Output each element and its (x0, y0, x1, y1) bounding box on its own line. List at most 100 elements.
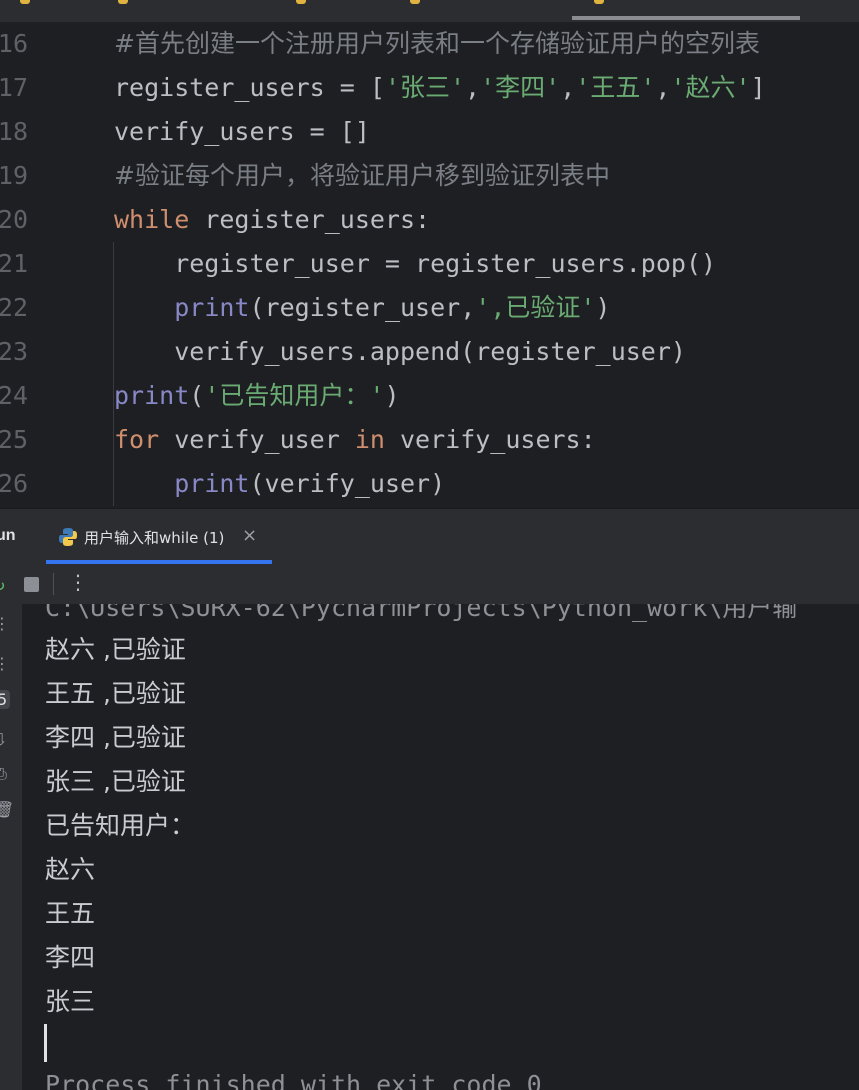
soft-wrap-icon[interactable]: 5 (0, 690, 11, 709)
console-output-line: 张三 (45, 987, 96, 1016)
code-line[interactable]: 22 print(register_user,',已验证') (0, 286, 859, 330)
code-line[interactable]: 17 register_users = ['张三','李四','王五','赵六'] (0, 66, 859, 110)
line-number: 22 (0, 293, 28, 322)
editor-tab-active[interactable] (594, 0, 610, 16)
editor-tab-strip (0, 0, 859, 22)
code-line[interactable]: 16 #首先创建一个注册用户列表和一个存储验证用户的空列表 (0, 22, 859, 66)
line-number: 19 (0, 161, 28, 190)
code-line[interactable]: 18 verify_users = [] (0, 110, 859, 154)
code-text: #验证每个用户，将验证用户移到验证列表中 (114, 154, 610, 198)
pin-icon[interactable]: ⋮ (0, 654, 10, 673)
code-token: '已告知用户：' (204, 381, 385, 410)
console-output-line: 李四 (45, 943, 96, 972)
toolbar-divider (53, 573, 54, 595)
line-number: 23 (0, 337, 28, 366)
python-file-icon (410, 0, 420, 4)
line-number: 26 (0, 469, 28, 498)
console-output-line: 王五 ,已验证 (45, 679, 186, 708)
line-number: 25 (0, 425, 28, 454)
code-token: '张三' (384, 73, 466, 102)
console-output-line: 已告知用户： (45, 811, 196, 840)
editor-tab[interactable] (20, 0, 36, 16)
console-output-line: 赵六 ,已验证 (45, 635, 186, 664)
line-number: 17 (0, 73, 28, 102)
code-token: verify_user (159, 425, 355, 454)
code-token: verify_users.append(register_user) (114, 337, 686, 366)
code-line[interactable]: 21 register_user = register_users.pop() (0, 242, 859, 286)
code-text: print('已告知用户：') (114, 374, 400, 418)
code-token: print (114, 381, 190, 410)
more-options-icon[interactable]: ⋮ (68, 570, 88, 594)
code-token: '王五' (575, 73, 656, 102)
code-line[interactable]: 24 print('已告知用户：') (0, 374, 859, 418)
console-output-line: 李四 ,已验证 (45, 723, 186, 752)
code-token: ) (595, 293, 611, 322)
close-icon[interactable]: × (242, 525, 257, 546)
code-token: register_users = [ (114, 73, 385, 102)
code-line[interactable]: 26 print(verify_user) (0, 462, 859, 506)
run-tool-window-title[interactable]: un (0, 527, 16, 545)
code-text: print(register_user,',已验证') (114, 286, 610, 330)
run-config-tab[interactable]: 用户输入和while (1) × (46, 509, 272, 563)
code-editor[interactable]: 16 #首先创建一个注册用户列表和一个存储验证用户的空列表 17 register_u… (0, 22, 859, 508)
code-line[interactable]: 20 while register_users: (0, 198, 859, 242)
process-exit-message: Process finished with exit code 0 (45, 1070, 542, 1090)
code-token: while (114, 205, 190, 234)
code-token: in (354, 425, 385, 454)
console-output[interactable]: C:\Users\SURX-62\PycharmProjects\Python_… (22, 604, 859, 1090)
code-token: , (465, 73, 481, 102)
python-icon (59, 528, 77, 546)
code-token: verify_users = [] (114, 117, 370, 146)
code-token: '李四' (480, 73, 561, 102)
editor-tab[interactable] (118, 0, 134, 16)
code-token: print (174, 469, 250, 498)
code-token: ] (750, 73, 766, 102)
scroll-up-icon[interactable]: ⋮ (0, 614, 10, 633)
run-side-toolbar: ⋮ ⋮ 5 ⇩ ⎙ 🗑 (0, 604, 22, 1090)
code-line[interactable]: 19 #验证每个用户，将验证用户移到验证列表中 (0, 154, 859, 198)
code-text: verify_users.append(register_user) (114, 330, 686, 374)
editor-tab[interactable] (296, 0, 312, 16)
code-token: for (114, 425, 160, 454)
print-icon[interactable]: ⎙ (0, 764, 7, 784)
line-number: 18 (0, 117, 28, 146)
code-text: while register_users: (114, 198, 430, 242)
active-tab-indicator (572, 16, 800, 20)
code-text: for verify_user in verify_users: (114, 418, 596, 462)
line-number: 20 (0, 205, 28, 234)
code-token: (register_user, (249, 293, 476, 322)
code-token: verify_users: (384, 425, 596, 454)
code-text: register_user = register_users.pop() (114, 242, 716, 286)
python-file-icon (594, 0, 604, 4)
code-token: #验证每个用户，将验证用户移到验证列表中 (114, 161, 610, 190)
run-command-line: C:\Users\SURX-62\PycharmProjects\Python_… (45, 604, 798, 622)
code-line[interactable]: 25 for verify_user in verify_users: (0, 418, 859, 462)
python-file-icon (118, 0, 128, 4)
run-toolbar: ↻ ⋮ (0, 564, 859, 604)
line-number: 16 (0, 29, 28, 58)
code-token: '赵六' (670, 73, 751, 102)
console-output-line: 张三 ,已验证 (45, 767, 186, 796)
run-tool-window-header: un 用户输入和while (1) × (0, 508, 859, 565)
scroll-to-end-icon[interactable]: ⇩ (0, 730, 7, 749)
editor-tab[interactable] (410, 0, 426, 16)
code-line[interactable]: 23 verify_users.append(register_user) (0, 330, 859, 374)
code-text: #首先创建一个注册用户列表和一个存储验证用户的空列表 (114, 22, 760, 66)
code-token: , (655, 73, 671, 102)
code-text: register_users = ['张三','李四','王五','赵六'] (114, 66, 766, 110)
code-text: verify_users = [] (114, 110, 370, 154)
trash-icon[interactable]: 🗑 (0, 800, 14, 819)
code-token: (verify_user) (249, 469, 446, 498)
console-output-line: 王五 (45, 899, 96, 928)
code-token: register_user = register_users.pop() (114, 249, 717, 278)
stop-icon[interactable] (24, 577, 39, 592)
python-file-icon (296, 0, 306, 4)
rerun-icon[interactable]: ↻ (0, 574, 5, 595)
code-token: ',已验证' (475, 293, 596, 322)
console-output-line: 赵六 (45, 855, 96, 884)
python-file-icon (20, 0, 30, 4)
code-text: print(verify_user) (114, 462, 445, 506)
line-number: 21 (0, 249, 28, 278)
